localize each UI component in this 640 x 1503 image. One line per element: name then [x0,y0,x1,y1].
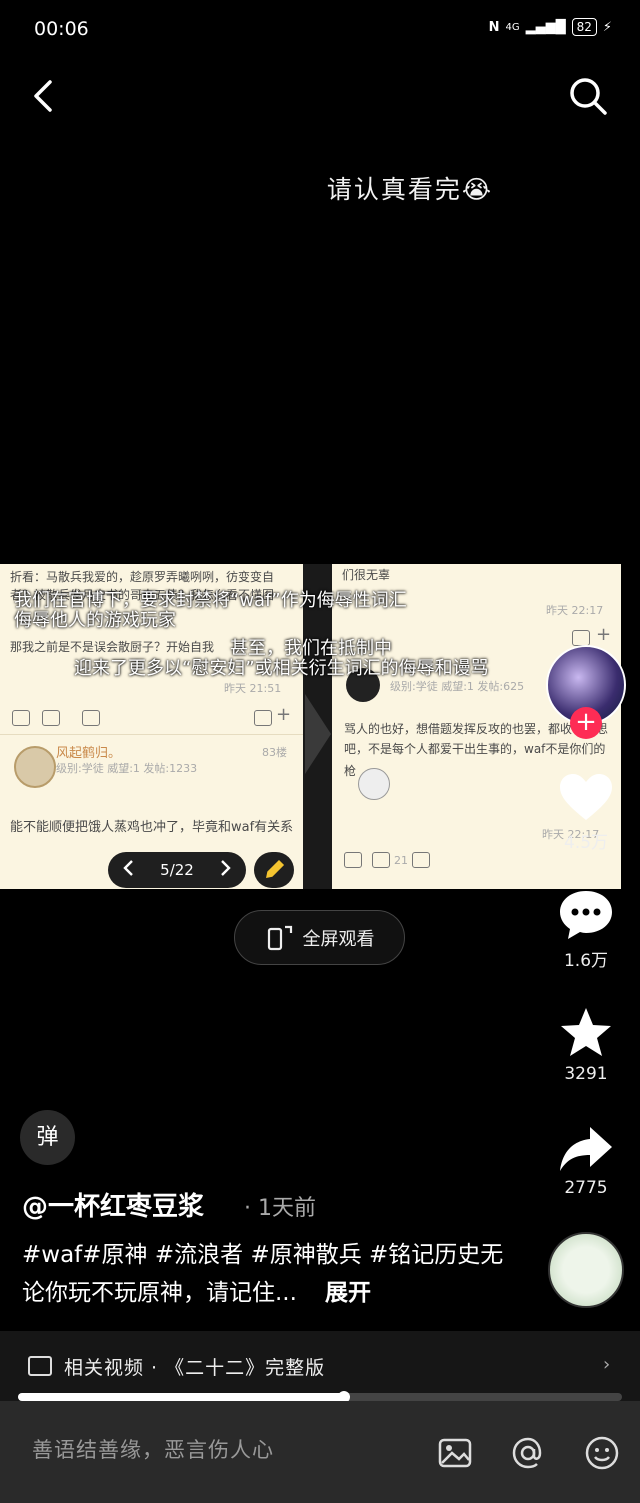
page-indicator: 5/22 [160,861,194,879]
post-text: 那我之前是不是误会散厨子？开始自我 [10,640,215,654]
chevron-right-icon [305,694,331,774]
like-count: 21 [394,854,408,867]
like-button[interactable] [556,770,616,826]
next-page-button[interactable] [220,859,232,881]
image-pager: 5/22 [108,852,246,888]
chevron-right-icon [221,860,231,876]
user-meta: 级别:学徒 威望:1 发帖:1233 [56,762,198,775]
like-count: 4.5万 [563,833,609,853]
comment-button[interactable] [556,887,616,943]
share-button[interactable] [556,1121,616,1177]
thumbs-down-icon [412,852,430,868]
edit-button[interactable] [254,852,294,888]
emoji-icon [585,1436,619,1470]
sticker-image [358,768,390,800]
video-caption: 请认真看完😭 [326,175,494,204]
avatar [14,746,56,788]
comment-icon [560,891,612,939]
post-time: 昨天 22:17 [546,604,604,617]
post-time-ago: · 1天前 [244,1196,316,1221]
nfc-icon: N [488,19,500,35]
post-text: 折看：马散兵我爱的，趁原罗弄曦咧咧，彷变变自 [10,570,275,584]
gift-icon [12,710,30,726]
thumbs-up-icon [372,852,390,868]
search-button[interactable] [566,74,610,118]
share-icon [560,1127,612,1171]
emoji-button[interactable] [584,1435,620,1471]
author-name[interactable]: @一杯红枣豆浆 [22,1186,204,1223]
pencil-icon [266,859,285,878]
chevron-left-icon [123,860,133,876]
post-time: 昨天 21:51 [224,682,282,695]
subtitle-line: 迎来了更多以“慰安妇”或相关衍生词汇的侮辱和谩骂 [74,658,489,679]
heart-icon [560,774,612,820]
image-icon [438,1438,472,1468]
network-label: 4G [505,21,520,33]
mention-button[interactable] [510,1435,546,1471]
fullscreen-button[interactable]: 全屏观看 [234,910,405,965]
comment-count: 1.6万 [563,951,609,971]
subtitle-line: 侮辱他人的游戏玩家 [14,610,176,631]
follow-button[interactable]: + [570,707,602,739]
description-text[interactable]: #waf#原神 #流浪者 #原神散兵 #铭记历史无论你玩不玩原神，请记住... [22,1242,503,1306]
music-disc[interactable] [548,1232,624,1308]
expand-button[interactable]: 展开 [325,1280,371,1306]
reply-icon [254,710,272,726]
favorite-count: 3291 [564,1064,608,1084]
thumbs-down-icon [82,710,100,726]
at-icon [512,1437,542,1469]
back-arrow-icon [34,80,52,112]
search-icon [570,78,607,115]
add-icon: + [276,704,292,725]
post-text: 们很无辜 [342,568,391,582]
image-button[interactable] [437,1435,473,1471]
status-indicators: N 4G ▂▄▆█ 82 ⚡ [489,18,612,36]
reply-icon [572,630,590,646]
floor-number: 83楼 [262,746,287,759]
user-name: 风起鹤归。 [56,746,122,761]
post-text: 骂人的也好，想借题发挥反攻的也罢，都收收心思 [344,722,609,736]
post-text: 吧，不是每个人都爱干出生事的，waf不是你们的 [344,742,606,756]
share-count: 2775 [564,1178,608,1198]
reply-text: 能不能顺便把饿人蒸鸡也冲了，毕竟和waf有关系 [10,820,294,835]
comment-input[interactable]: 善语结善缘，恶言伤人心 [32,1434,274,1464]
add-icon: + [596,624,612,645]
related-video-label: 相关视频 · 《二十二》完整版 [64,1357,326,1379]
status-time: 00:06 [34,18,89,40]
fullscreen-label: 全屏观看 [302,928,375,950]
favorite-button[interactable] [556,1005,616,1061]
danmu-toggle-button[interactable]: 弹 [20,1110,75,1165]
signal-icon: ▂▄▆█ [525,19,566,35]
fullscreen-rotate-icon [267,925,292,950]
post-description: #waf#原神 #流浪者 #原神散兵 #铭记历史无论你玩不玩原神，请记住... 展… [22,1236,522,1312]
battery-icon: 82 [571,18,597,36]
star-icon [561,1008,611,1056]
video-icon [28,1356,52,1376]
prev-page-button[interactable] [122,859,134,881]
chevron-right-icon: › [603,1354,611,1375]
user-meta: 级别:学徒 威望:1 发帖:625 [390,680,525,693]
gift-icon [344,852,362,868]
next-image-arrow[interactable] [303,564,332,889]
progress-fill [18,1393,344,1401]
thumbs-up-icon [42,710,60,726]
back-button[interactable] [26,74,66,118]
charging-icon: ⚡ [602,19,612,35]
post-text: 枪 [344,764,357,778]
